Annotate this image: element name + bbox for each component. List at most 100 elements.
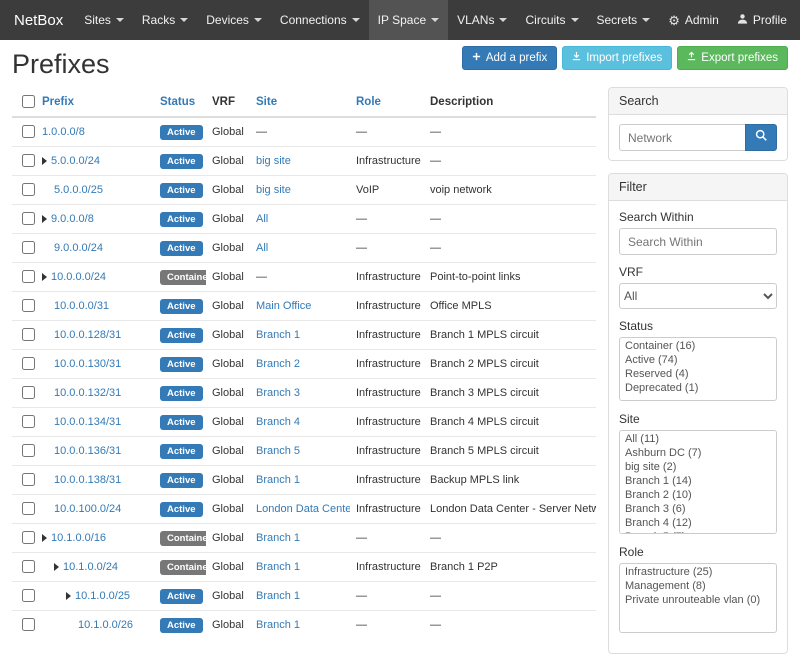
option[interactable]: Branch 4 (12) [621,516,775,530]
prefix-link[interactable]: 10.0.0.0/31 [54,300,109,312]
add-prefix-button[interactable]: Add a prefix [462,46,557,70]
prefix-link[interactable]: 10.0.100.0/24 [54,503,121,515]
expand-caret-icon[interactable] [42,215,47,223]
prefix-link[interactable]: 10.0.0.128/31 [54,329,121,341]
nav-item-vlans[interactable]: VLANs [448,0,516,40]
search-within-input[interactable] [619,228,777,255]
prefix-link[interactable]: 10.0.0.136/31 [54,445,121,457]
site-link[interactable]: Branch 1 [256,329,300,341]
prefix-link[interactable]: 10.1.0.0/26 [78,619,133,631]
row-checkbox[interactable] [22,328,35,341]
site-link[interactable]: Branch 3 [256,387,300,399]
option[interactable]: Private unrouteable vlan (0) [621,593,775,607]
row-checkbox[interactable] [22,386,35,399]
admin-link[interactable]: ⚙ Admin [659,0,728,40]
expand-caret-icon[interactable] [42,273,47,281]
option[interactable]: Reserved (4) [621,367,775,381]
option[interactable]: Management (8) [621,579,775,593]
prefix-link[interactable]: 10.0.0.132/31 [54,387,121,399]
site-link[interactable]: All [256,213,268,225]
option[interactable]: Ashburn DC (7) [621,446,775,460]
site-link[interactable]: Branch 1 [256,619,300,631]
site-listbox[interactable]: All (11)Ashburn DC (7)big site (2)Branch… [619,430,777,534]
nav-item-racks[interactable]: Racks [133,0,197,40]
export-prefixes-button[interactable]: Export prefixes [677,46,788,70]
app-brand[interactable]: NetBox [10,0,75,40]
row-checkbox[interactable] [22,560,35,573]
prefix-link[interactable]: 10.0.0.130/31 [54,358,121,370]
site-link[interactable]: Branch 1 [256,590,300,602]
search-input[interactable] [619,124,745,151]
site-link[interactable]: All [256,242,268,254]
site-link[interactable]: Branch 4 [256,416,300,428]
logout-link[interactable]: Log out [796,0,800,40]
col-header-status[interactable]: Status [154,87,206,117]
row-checkbox[interactable] [22,444,35,457]
row-checkbox[interactable] [22,212,35,225]
prefix-link[interactable]: 5.0.0.0/25 [54,184,103,196]
prefix-link[interactable]: 9.0.0.0/8 [51,213,94,225]
status-listbox[interactable]: Container (16)Active (74)Reserved (4)Dep… [619,337,777,401]
expand-caret-icon[interactable] [54,563,59,571]
prefix-link[interactable]: 10.0.0.134/31 [54,416,121,428]
option[interactable]: All (11) [621,432,775,446]
nav-item-secrets[interactable]: Secrets [588,0,660,40]
site-link[interactable]: London Data Center [256,503,350,515]
option[interactable]: Branch 3 (6) [621,502,775,516]
profile-link[interactable]: Profile [728,0,796,40]
row-checkbox[interactable] [22,125,35,138]
option[interactable]: Infrastructure (25) [621,565,775,579]
prefix-link[interactable]: 10.0.0.138/31 [54,474,121,486]
site-link[interactable]: Branch 2 [256,358,300,370]
site-link[interactable]: Branch 1 [256,532,300,544]
search-button[interactable] [745,124,777,151]
nav-item-circuits[interactable]: Circuits [516,0,587,40]
site-link[interactable]: big site [256,184,291,196]
site-link[interactable]: Main Office [256,300,311,312]
import-prefixes-button[interactable]: Import prefixes [562,46,672,70]
select-all-checkbox[interactable] [22,95,35,108]
col-header-site[interactable]: Site [250,87,350,117]
option[interactable]: Branch 5 (7) [621,530,775,534]
prefix-link[interactable]: 9.0.0.0/24 [54,242,103,254]
nav-item-connections[interactable]: Connections [271,0,369,40]
row-checkbox[interactable] [22,473,35,486]
prefix-link[interactable]: 10.1.0.0/24 [63,561,118,573]
row-checkbox[interactable] [22,154,35,167]
nav-item-sites[interactable]: Sites [75,0,133,40]
row-checkbox[interactable] [22,270,35,283]
row-checkbox[interactable] [22,531,35,544]
prefix-link[interactable]: 5.0.0.0/24 [51,155,100,167]
col-header-role[interactable]: Role [350,87,424,117]
site-link[interactable]: Branch 1 [256,474,300,486]
row-checkbox[interactable] [22,299,35,312]
option[interactable]: Active (74) [621,353,775,367]
row-checkbox[interactable] [22,183,35,196]
expand-caret-icon[interactable] [66,592,71,600]
col-header-prefix[interactable]: Prefix [36,87,154,117]
prefix-link[interactable]: 10.1.0.0/16 [51,532,106,544]
site-link[interactable]: Branch 5 [256,445,300,457]
site-link[interactable]: big site [256,155,291,167]
row-checkbox[interactable] [22,589,35,602]
option[interactable]: Branch 2 (10) [621,488,775,502]
option[interactable]: Container (16) [621,339,775,353]
vrf-select[interactable]: All [619,283,777,309]
row-checkbox[interactable] [22,357,35,370]
prefix-link[interactable]: 1.0.0.0/8 [42,126,85,138]
option[interactable]: Deprecated (1) [621,381,775,395]
row-checkbox[interactable] [22,502,35,515]
nav-item-devices[interactable]: Devices [197,0,271,40]
nav-item-ip-space[interactable]: IP Space [369,0,448,40]
option[interactable]: Branch 1 (14) [621,474,775,488]
option[interactable]: big site (2) [621,460,775,474]
site-link[interactable]: Branch 1 [256,561,300,573]
row-checkbox[interactable] [22,241,35,254]
prefix-link[interactable]: 10.1.0.0/25 [75,590,130,602]
expand-caret-icon[interactable] [42,157,47,165]
role-listbox[interactable]: Infrastructure (25)Management (8)Private… [619,563,777,633]
prefix-link[interactable]: 10.0.0.0/24 [51,271,106,283]
row-checkbox[interactable] [22,415,35,428]
row-checkbox[interactable] [22,618,35,631]
expand-caret-icon[interactable] [42,534,47,542]
